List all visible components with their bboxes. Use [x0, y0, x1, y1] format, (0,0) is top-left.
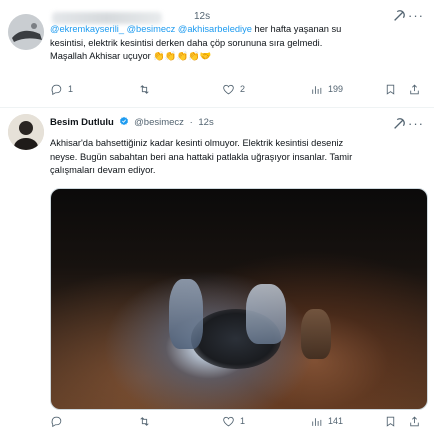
more-icon[interactable]: ··· [408, 116, 424, 131]
handle[interactable]: @besimecz [134, 117, 184, 128]
timestamp[interactable]: 12s [194, 11, 210, 22]
reply-count: 1 [68, 84, 74, 94]
reply-icon [51, 84, 62, 95]
like-button[interactable]: 1 [222, 415, 245, 428]
verified-badge-icon [119, 116, 128, 126]
tweet-header: Besim Dutlulu @besimecz · 12s [50, 116, 214, 128]
text-line: kesintisi, elektrik kesintisi derken dah… [50, 37, 323, 48]
bookmark-button[interactable] [384, 83, 397, 96]
action-bar: 1 2 199 [50, 81, 422, 97]
separator-dot: · [189, 117, 193, 128]
worker-figure [301, 309, 331, 359]
grok-icon[interactable] [392, 9, 406, 23]
like-icon [223, 416, 234, 426]
like-button[interactable]: 2 [222, 83, 245, 96]
text-line: her hafta yaşanan su [251, 24, 342, 34]
reply-icon [51, 416, 62, 427]
tweet-text: Akhisar'da bahsettiğiniz kadar kesinti o… [50, 137, 420, 178]
author-name[interactable]: Besim Dutlulu [50, 117, 114, 128]
like-icon [223, 84, 234, 94]
mentions[interactable]: @ekremkayserili_ @besimecz @akhisarbeled… [50, 24, 252, 34]
action-bar: 1 141 [50, 413, 422, 429]
tweet-text: @ekremkayserili_ @besimecz @akhisarbeled… [50, 23, 410, 64]
share-button[interactable] [408, 415, 421, 428]
grok-icon[interactable] [392, 117, 406, 131]
views-button[interactable]: 199 [310, 83, 343, 96]
retweet-button[interactable] [138, 415, 156, 428]
avatar[interactable] [8, 114, 44, 150]
tweet-reply-2[interactable]: Besim Dutlulu @besimecz · 12s ··· Akhisa… [0, 108, 434, 436]
text-line: Maşallah Akhisar uçuyor 👏👏👏👏🤝 [50, 51, 212, 61]
like-count: 1 [240, 416, 246, 426]
view-count: 141 [328, 416, 344, 426]
views-icon [312, 417, 322, 426]
worker-figure [246, 284, 286, 344]
avatar[interactable] [8, 14, 44, 50]
retweet-button[interactable] [138, 83, 156, 96]
share-icon [410, 416, 419, 426]
share-icon [410, 84, 419, 94]
tweet-photo[interactable] [50, 188, 428, 410]
bookmark-icon [386, 84, 395, 95]
worker-figure [169, 279, 203, 349]
bookmark-icon [386, 416, 395, 427]
text-line: neyse. Bugün sabahtan beri ana hattaki p… [50, 151, 353, 162]
like-count: 2 [240, 84, 246, 94]
reply-button[interactable] [50, 415, 68, 428]
retweet-icon [140, 84, 149, 94]
timestamp[interactable]: 12s [198, 117, 213, 128]
text-line: Akhisar'da bahsettiğiniz kadar kesinti o… [50, 138, 344, 148]
view-count: 199 [328, 84, 344, 94]
tweet-reply-1[interactable]: 12s ··· @ekremkayserili_ @besimecz @akhi… [0, 0, 434, 108]
bookmark-button[interactable] [384, 415, 397, 428]
text-line: çalışmaları devam ediyor. [50, 165, 156, 175]
retweet-icon [140, 416, 149, 426]
share-button[interactable] [408, 83, 421, 96]
more-icon[interactable]: ··· [408, 8, 424, 23]
reply-button[interactable]: 1 [50, 83, 73, 96]
views-icon [312, 85, 322, 94]
views-button[interactable]: 141 [310, 415, 343, 428]
